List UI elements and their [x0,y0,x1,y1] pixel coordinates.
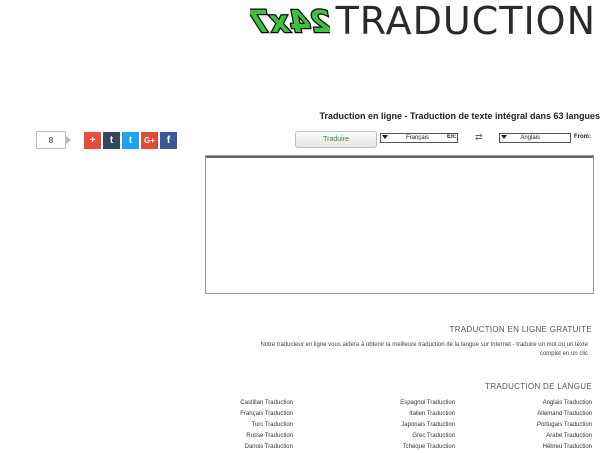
language-link[interactable]: Anglais Traduction [537,398,592,409]
language-link[interactable]: Japonais Traduction [400,420,455,431]
language-link[interactable]: Russe Traduction [240,431,293,442]
share-googleplus-button[interactable]: G+ [141,131,158,149]
source-text-input[interactable] [205,155,594,294]
logo-badge-text: 24x7 [250,5,330,39]
share-facebook-button[interactable]: f [160,131,177,149]
source-language-value: Anglais [520,135,540,141]
logo-badge-icon: 24x7 [250,3,330,39]
language-column-3: Castillan Traduction Français Traduction… [240,398,293,453]
language-link[interactable]: Français Traduction [240,409,293,420]
language-translation-title: TRADUCTION DE LANGUE [485,382,592,391]
target-language-label: En: [447,134,457,140]
language-link[interactable]: Espagnol Traduction [400,398,455,409]
chevron-down-icon [382,135,388,139]
share-tumblr-button[interactable]: t [103,131,120,149]
online-translation-text: Notre traducteur en ligne vous aidera à … [260,342,588,357]
site-logo[interactable]: 24x7 TRADUCTION [250,2,596,40]
language-link[interactable]: Castillan Traduction [240,398,293,409]
language-column-1: Anglais Traduction Allemand Traduction P… [537,398,592,453]
target-language-value: Français [405,135,429,141]
logo-wordmark: TRADUCTION [335,0,596,43]
online-translation-title: TRADUCTION EN LIGNE GRATUITE [449,325,592,334]
translate-button[interactable]: Traduire [295,131,377,148]
share-twitter-button[interactable]: t [122,131,139,149]
language-link[interactable]: Portugais Traduction [537,420,592,431]
page-title: Traduction en ligne - Traduction de text… [319,111,600,121]
language-link[interactable]: Allemand Traduction [537,409,592,420]
language-link[interactable]: Arabe Traduction [537,431,592,442]
source-language-select[interactable]: Anglais [499,133,571,143]
language-link[interactable]: Turc Traduction [240,420,293,431]
language-link[interactable]: Grec Traduction [400,431,455,442]
language-link[interactable]: Tchèque Traduction [400,442,455,453]
swap-languages-icon[interactable]: ⇄ [475,132,483,143]
language-column-2: Espagnol Traduction Italien Traduction J… [400,398,455,453]
source-language-label: From: [574,134,591,140]
translator-toolbar: Traduire Français En: ⇄ Anglais From: [295,131,600,149]
chevron-down-icon [501,135,507,139]
language-link[interactable]: Italien Traduction [400,409,455,420]
language-link[interactable]: Danois Traduction [240,442,293,453]
share-bar: 8 + t t G+ f [36,131,177,149]
language-link[interactable]: Hébreu Traduction [537,442,592,453]
share-plus-button[interactable]: + [84,131,101,149]
share-count: 8 [36,131,71,149]
